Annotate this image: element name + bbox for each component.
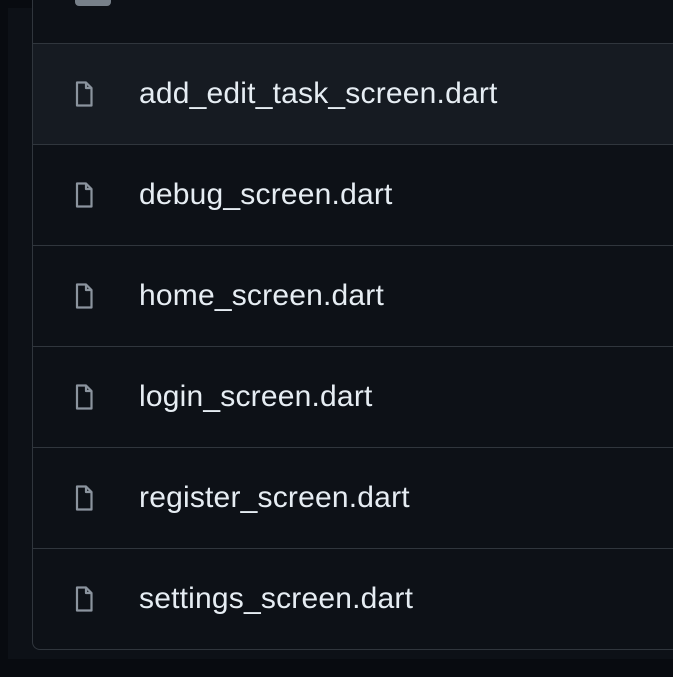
- list-item-partial[interactable]: [33, 0, 673, 43]
- file-icon: [75, 485, 93, 511]
- file-row-debug-screen[interactable]: debug_screen.dart: [33, 144, 673, 245]
- file-icon: [75, 384, 93, 410]
- file-list: add_edit_task_screen.dart debug_screen.d…: [32, 0, 673, 650]
- folder-icon: [75, 0, 111, 6]
- file-icon: [75, 81, 93, 107]
- file-icon: [75, 586, 93, 612]
- bottom-edge: [0, 659, 673, 677]
- file-row-login-screen[interactable]: login_screen.dart: [33, 346, 673, 447]
- file-name[interactable]: settings_screen.dart: [139, 582, 413, 616]
- file-name[interactable]: home_screen.dart: [139, 279, 384, 313]
- file-row-add-edit-task-screen[interactable]: add_edit_task_screen.dart: [33, 43, 673, 144]
- file-row-settings-screen[interactable]: settings_screen.dart: [33, 548, 673, 649]
- file-name[interactable]: login_screen.dart: [139, 380, 373, 414]
- file-name[interactable]: debug_screen.dart: [139, 178, 393, 212]
- file-row-home-screen[interactable]: home_screen.dart: [33, 245, 673, 346]
- left-edge: [0, 0, 8, 677]
- file-icon: [75, 283, 93, 309]
- file-name[interactable]: add_edit_task_screen.dart: [139, 77, 498, 111]
- file-name[interactable]: register_screen.dart: [139, 481, 410, 515]
- file-icon: [75, 182, 93, 208]
- file-browser: add_edit_task_screen.dart debug_screen.d…: [0, 0, 673, 677]
- file-row-register-screen[interactable]: register_screen.dart: [33, 447, 673, 548]
